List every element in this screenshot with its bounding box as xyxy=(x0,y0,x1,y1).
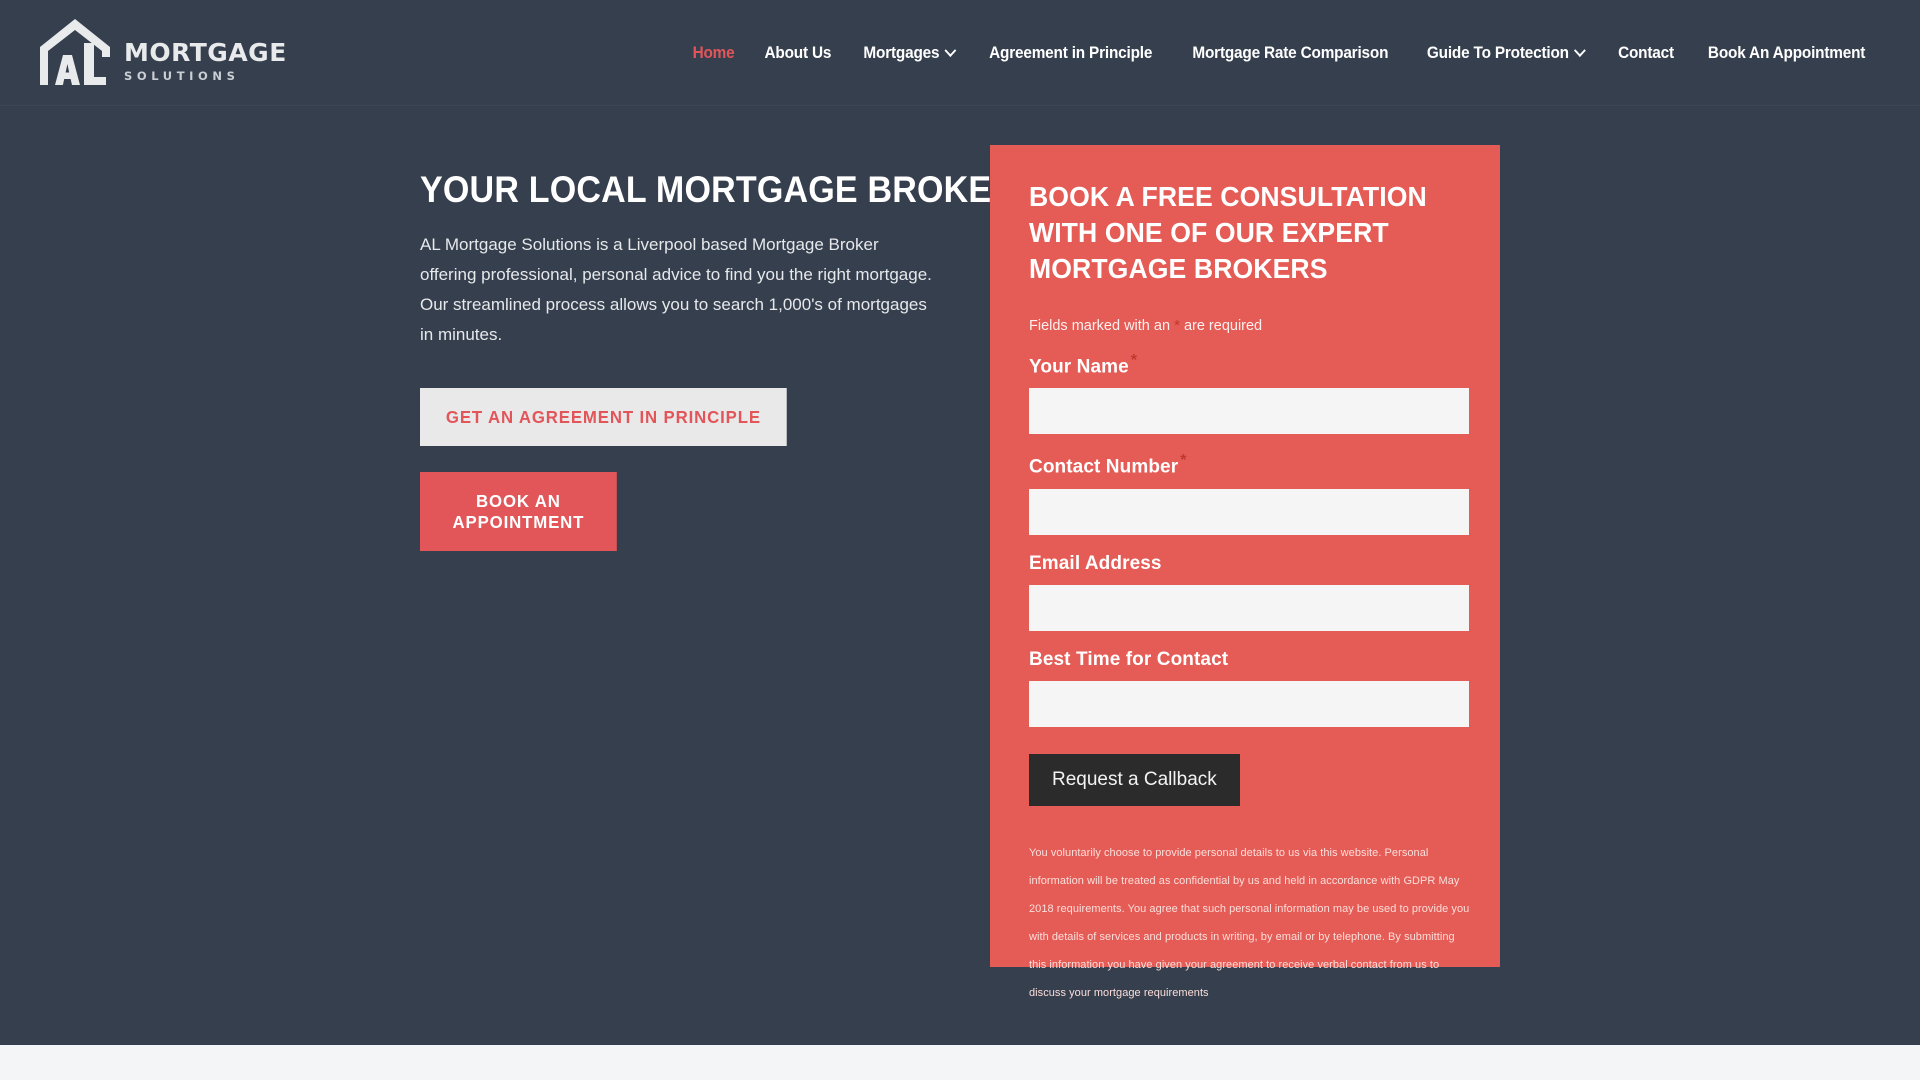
contact-number-input[interactable] xyxy=(1029,488,1469,535)
chevron-down-icon xyxy=(1573,43,1586,57)
required-asterisk-icon: * xyxy=(1180,452,1187,470)
field-label-text: Contact Number xyxy=(1029,456,1179,478)
logo-tagline: SOLUTIONS xyxy=(124,68,240,83)
required-note-prefix: Fields marked with an xyxy=(1029,318,1171,335)
chevron-down-icon xyxy=(943,43,956,57)
gdpr-disclaimer: You voluntarily choose to provide person… xyxy=(1029,846,1470,999)
page-root: MORTGAGE SOLUTIONS Home About Us Mortgag… xyxy=(0,0,1920,1080)
nav-item-label: Book An Appointment xyxy=(1707,43,1866,62)
nav-item-agreement-in-principle[interactable]: Agreement in Principle xyxy=(977,44,1164,63)
form-title: BOOK A FREE CONSULTATION WITH ONE OF OUR… xyxy=(1029,181,1427,284)
hero-paragraph: AL Mortgage Solutions is a Liverpool bas… xyxy=(420,234,932,345)
email-address-input[interactable] xyxy=(1029,584,1469,631)
best-time-for-contact-input[interactable] xyxy=(1029,680,1469,727)
nav-item-label: Home xyxy=(692,43,735,62)
field-your-name: Your Name * xyxy=(1029,352,1469,435)
nav-item-label: Agreement in Principle xyxy=(989,43,1153,62)
field-contact-number: Contact Number * xyxy=(1029,452,1469,535)
required-asterisk-icon: * xyxy=(1130,351,1138,369)
field-label: Best Time for Contact xyxy=(1029,649,1461,671)
main-navigation: Home About Us Mortgages Agreement in Pri… xyxy=(678,0,1884,106)
site-header: MORTGAGE SOLUTIONS Home About Us Mortgag… xyxy=(0,0,1920,106)
field-best-time-for-contact: Best Time for Contact xyxy=(1029,649,1469,727)
page-title: YOUR LOCAL MORTGAGE BROKER xyxy=(420,169,1017,210)
footer-strip xyxy=(0,1045,1920,1080)
required-fields-note: Fields marked with an * are required xyxy=(1029,318,1461,334)
logo-name: MORTGAGE xyxy=(124,37,287,67)
hero-content: YOUR LOCAL MORTGAGE BROKER AL Mortgage S… xyxy=(420,168,1017,551)
nav-item-label: Mortgages xyxy=(862,43,939,62)
nav-item-label: Contact xyxy=(1617,43,1674,62)
required-asterisk-icon: * xyxy=(1174,317,1180,335)
nav-item-guide-to-protection[interactable]: Guide To Protection xyxy=(1415,44,1596,63)
hero-section xyxy=(0,0,1920,1045)
field-label-text: Email Address xyxy=(1029,552,1162,574)
nav-item-mortgage-rate-comparison[interactable]: Mortgage Rate Comparison xyxy=(1180,44,1400,63)
your-name-input[interactable] xyxy=(1029,388,1469,435)
nav-item-about-us[interactable]: About Us xyxy=(752,44,843,63)
field-label: Email Address xyxy=(1029,553,1461,575)
nav-item-label: Guide To Protection xyxy=(1427,43,1570,62)
get-agreement-in-principle-button[interactable]: GET AN AGREEMENT IN PRINCIPLE xyxy=(420,387,787,446)
site-logo[interactable]: MORTGAGE SOLUTIONS xyxy=(36,14,287,92)
nav-item-label: Mortgage Rate Comparison xyxy=(1191,43,1388,62)
field-label-text: Best Time for Contact xyxy=(1029,648,1229,670)
house-outline-al-monogram-icon xyxy=(40,19,110,85)
logo-text-block: MORTGAGE SOLUTIONS xyxy=(124,24,287,83)
request-a-callback-button[interactable]: Request a Callback xyxy=(1029,753,1240,806)
field-label-text: Your Name xyxy=(1029,356,1129,378)
field-label: Your Name * xyxy=(1029,352,1461,378)
book-an-appointment-button[interactable]: BOOK AN APPOINTMENT xyxy=(420,471,617,551)
consultation-form-panel: BOOK A FREE CONSULTATION WITH ONE OF OUR… xyxy=(990,145,1500,999)
required-note-suffix: are required xyxy=(1183,318,1263,335)
nav-item-home[interactable]: Home xyxy=(680,44,746,63)
nav-item-book-an-appointment[interactable]: Book An Appointment xyxy=(1696,44,1877,63)
field-label: Contact Number * xyxy=(1029,452,1461,478)
nav-item-contact[interactable]: Contact xyxy=(1606,44,1686,63)
nav-item-mortgages[interactable]: Mortgages xyxy=(851,44,966,63)
nav-item-label: About Us xyxy=(764,43,832,62)
field-email-address: Email Address xyxy=(1029,553,1469,631)
